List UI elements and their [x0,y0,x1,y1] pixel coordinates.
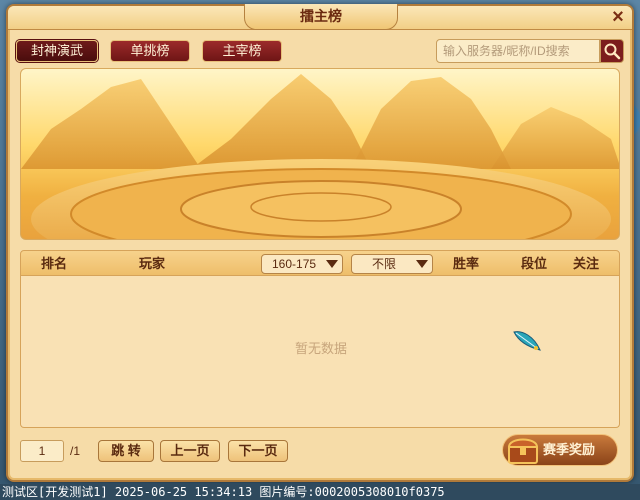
type-filter-dropdown[interactable]: 不限 [351,254,433,274]
header-tier: 段位 [521,256,548,271]
level-filter-value: 160-175 [272,257,317,271]
leaderboard-panel: 擂主榜 × 封神演武 单挑榜 主宰榜 输入服务器/昵称/ID搜索 排名 玩家 1… [6,4,634,482]
type-filter-value: 不限 [372,257,397,271]
chevron-down-icon [416,260,428,268]
window-title: 擂主榜 [244,4,398,30]
tab-solo-rank[interactable]: 单挑榜 [110,40,190,62]
tab-fengshen-yanwu[interactable]: 封神演武 [16,40,98,62]
arena-banner-art [21,74,619,239]
arena-banner [20,68,620,240]
feather-cursor-icon [513,331,541,351]
search-icon [604,43,621,60]
table-header: 排名 玩家 160-175 不限 胜率 段位 关注 [20,250,620,276]
jump-button[interactable]: 跳 转 [98,440,154,462]
header-follow: 关注 [573,256,600,271]
header-player: 玩家 [139,256,166,271]
level-filter-dropdown[interactable]: 160-175 [261,254,343,274]
chevron-down-icon [326,260,338,268]
prev-page-button[interactable]: 上一页 [160,440,220,462]
status-bar: 测试区[开发测试1] 2025-06-25 15:34:13 图片编号:0002… [0,484,640,500]
search-input[interactable]: 输入服务器/昵称/ID搜索 [436,39,600,63]
search-button[interactable] [600,39,624,63]
close-icon[interactable]: × [608,7,628,27]
page-total: /1 [70,444,81,458]
header-win-rate: 胜率 [453,256,480,271]
tab-master-rank[interactable]: 主宰榜 [202,40,282,62]
treasure-chest-icon [507,438,539,464]
next-page-button[interactable]: 下一页 [228,440,288,462]
page-number-input[interactable]: 1 [20,440,64,462]
header-rank: 排名 [41,256,68,271]
season-reward-label: 赛季奖励 [543,442,596,457]
season-reward-button[interactable]: 赛季奖励 [502,434,618,466]
